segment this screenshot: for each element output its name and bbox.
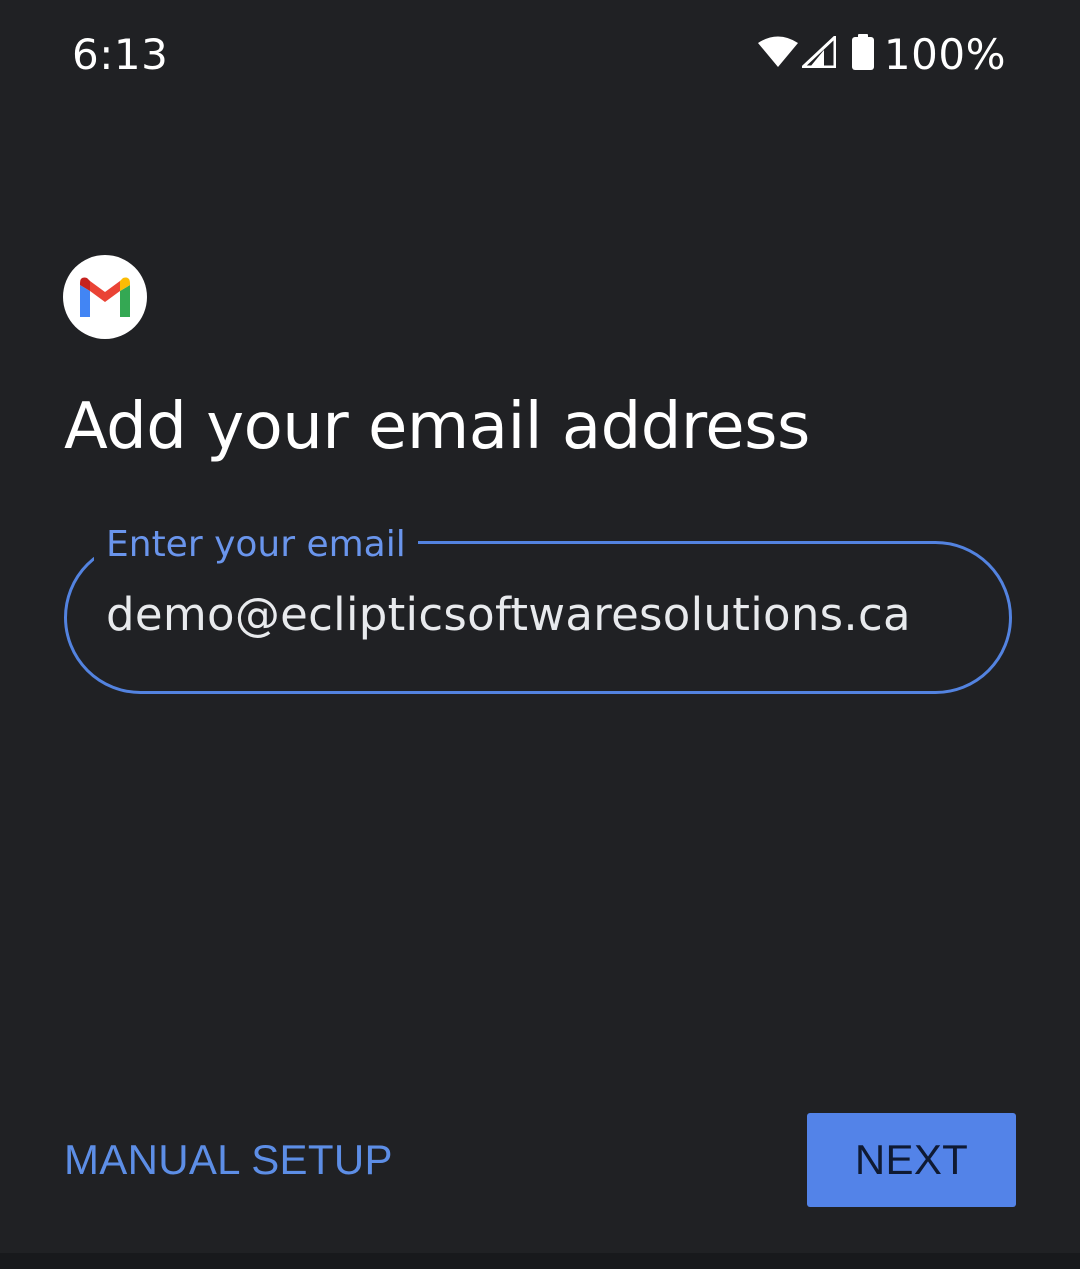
battery-icon (851, 33, 874, 75)
battery-percentage: 100% (883, 29, 1006, 79)
email-field-label: Enter your email (94, 520, 418, 570)
add-email-screen: 6:13 100% Add your email address Enter y… (0, 0, 1080, 1269)
status-bar: 6:13 100% (0, 0, 1080, 110)
status-icons: 100% (757, 29, 1006, 79)
email-input[interactable] (106, 588, 986, 641)
manual-setup-button[interactable]: MANUAL SETUP (64, 1136, 393, 1184)
gmail-logo-icon (63, 255, 147, 339)
navigation-bar (0, 1253, 1080, 1269)
next-button[interactable]: NEXT (807, 1113, 1016, 1207)
cell-signal-icon (799, 33, 837, 73)
status-time: 6:13 (72, 30, 169, 79)
page-title: Add your email address (64, 390, 810, 464)
wifi-icon (757, 36, 798, 73)
